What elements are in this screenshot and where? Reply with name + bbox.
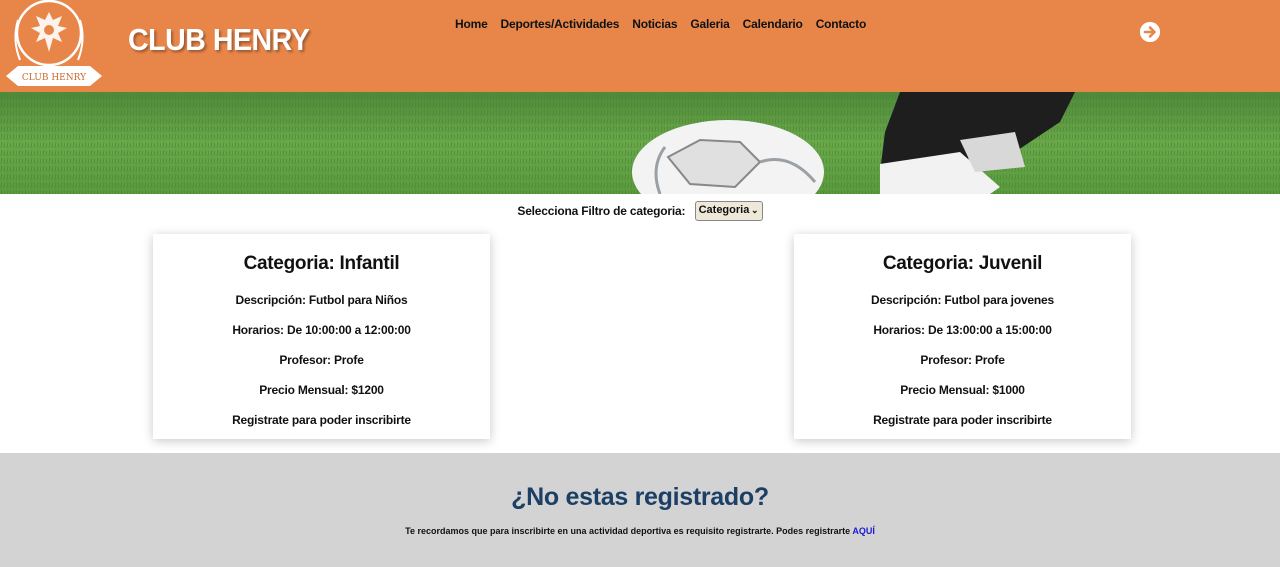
category-card-juvenil: Categoria: Juvenil Descripción: Futbol p…	[794, 234, 1131, 439]
register-link[interactable]: AQUÍ	[852, 526, 875, 536]
brand-title[interactable]: CLUB HENRY	[128, 22, 310, 58]
login-button[interactable]	[1140, 22, 1160, 42]
card-description: Descripción: Futbol para jovenes	[871, 293, 1054, 307]
main-nav: Home Deportes/Actividades Noticias Galer…	[455, 17, 879, 31]
register-message: Te recordamos que para inscribirte en un…	[405, 526, 851, 536]
register-title: ¿No estas registrado?	[511, 483, 769, 511]
register-text: Te recordamos que para inscribirte en un…	[0, 526, 1280, 536]
card-register-note: Registrate para poder inscribirte	[873, 413, 1052, 427]
site-header: CLUB HENRY CLUB HENRY Home Deportes/Acti…	[0, 0, 1280, 92]
nav-galeria[interactable]: Galeria	[690, 17, 729, 31]
nav-home[interactable]: Home	[455, 17, 488, 31]
card-register-note: Registrate para poder inscribirte	[232, 413, 411, 427]
card-title: Categoria: Infantil	[243, 253, 400, 274]
hero-banner	[0, 92, 1280, 194]
nav-noticias[interactable]: Noticias	[632, 17, 677, 31]
card-teacher: Profesor: Profe	[920, 353, 1005, 367]
arrow-right-circle-icon	[1140, 22, 1160, 42]
soccer-field-image	[0, 92, 1280, 194]
category-select-value: Categoria	[698, 204, 750, 216]
card-schedule: Horarios: De 13:00:00 a 15:00:00	[873, 323, 1052, 337]
category-filter: Selecciona Filtro de categoria: Categori…	[0, 201, 1280, 221]
register-section: ¿No estas registrado? Te recordamos que …	[0, 453, 1280, 567]
card-teacher: Profesor: Profe	[279, 353, 364, 367]
filter-label: Selecciona Filtro de categoria:	[517, 204, 686, 218]
nav-contacto[interactable]: Contacto	[816, 17, 867, 31]
category-select[interactable]: Categoria ⌄	[694, 201, 763, 221]
svg-text:CLUB HENRY: CLUB HENRY	[22, 73, 87, 83]
chevron-down-icon: ⌄	[751, 205, 759, 215]
card-price: Precio Mensual: $1200	[259, 383, 384, 397]
card-description: Descripción: Futbol para Niños	[235, 293, 408, 307]
nav-calendario[interactable]: Calendario	[743, 17, 803, 31]
card-title: Categoria: Juvenil	[882, 253, 1043, 274]
nav-deportes-actividades[interactable]: Deportes/Actividades	[501, 17, 620, 31]
card-schedule: Horarios: De 10:00:00 a 12:00:00	[232, 323, 411, 337]
club-logo[interactable]: CLUB HENRY	[4, 0, 104, 90]
card-price: Precio Mensual: $1000	[900, 383, 1025, 397]
category-card-infantil: Categoria: Infantil Descripción: Futbol …	[153, 234, 490, 439]
